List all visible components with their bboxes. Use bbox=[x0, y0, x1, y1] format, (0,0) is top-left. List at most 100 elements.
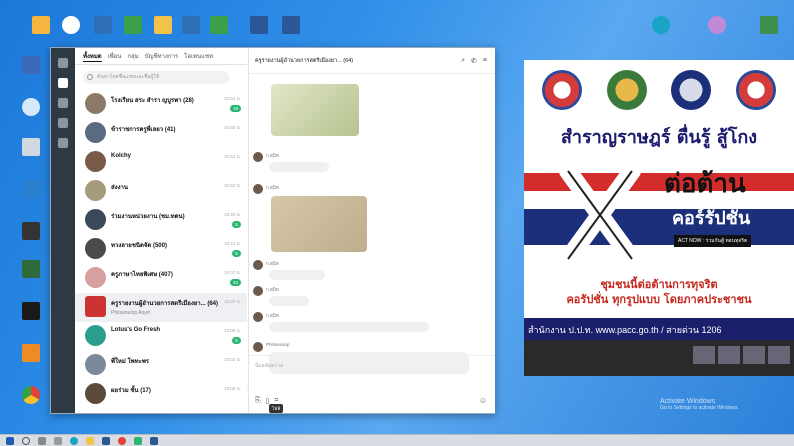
avatar bbox=[253, 286, 263, 296]
emblem-icon bbox=[606, 70, 647, 110]
avatar bbox=[85, 93, 106, 114]
message: Phitsanulop bbox=[253, 342, 290, 352]
file-explorer-icon[interactable] bbox=[86, 437, 94, 445]
more-icon[interactable] bbox=[58, 138, 68, 148]
calls-icon[interactable] bbox=[58, 118, 68, 128]
message-bubble bbox=[269, 162, 329, 172]
avatar bbox=[85, 296, 106, 317]
desktop-icon[interactable] bbox=[274, 16, 308, 35]
anti-text: ต่อต้าน bbox=[664, 169, 746, 199]
avatar bbox=[253, 184, 263, 194]
chat-header: ครูรายงานผู้อำนวยการสตรีเมืองยา... (64) … bbox=[249, 48, 495, 74]
task-view-icon[interactable] bbox=[38, 437, 46, 445]
message-input[interactable]: ป้อนข้อความ bbox=[249, 356, 495, 376]
message: ก.สุนิท bbox=[253, 286, 279, 296]
avatar bbox=[85, 325, 106, 346]
avatar bbox=[253, 260, 263, 270]
desktop-icon[interactable] bbox=[14, 260, 48, 279]
tooltip: ไฟล์ bbox=[269, 404, 284, 413]
desktop-icon-edge[interactable] bbox=[644, 16, 678, 35]
tab-openchat[interactable]: โอเพนแชท bbox=[184, 51, 213, 61]
corruption-text: คอร์รัปชั่น bbox=[672, 208, 751, 229]
message-bubble bbox=[269, 322, 429, 332]
chats-icon[interactable] bbox=[58, 78, 68, 88]
message: ก.สุนิท bbox=[253, 184, 279, 194]
desktop-icon[interactable] bbox=[202, 16, 236, 35]
word-icon[interactable] bbox=[150, 437, 158, 445]
desktop-icon[interactable] bbox=[14, 56, 48, 75]
tab-friends[interactable]: เพื่อน bbox=[108, 51, 122, 61]
avatar bbox=[85, 151, 106, 172]
avatar bbox=[253, 312, 263, 322]
message: ก.สุนิท bbox=[253, 260, 279, 270]
start-icon[interactable] bbox=[6, 437, 14, 445]
desktop-icon[interactable] bbox=[54, 16, 88, 35]
list-item[interactable]: Lotus's Go Fresh 10:08 น. 6 bbox=[75, 322, 247, 351]
avatar bbox=[85, 267, 106, 288]
avatar bbox=[85, 122, 106, 143]
poster-slogan: ชุมชนนี้ต่อต้านการทุจริต คอรัปชั่น ทุกรูป… bbox=[566, 278, 752, 306]
shared-photo[interactable] bbox=[271, 196, 367, 252]
call-icon[interactable]: ✆ bbox=[471, 57, 477, 65]
widgets-icon[interactable] bbox=[54, 437, 62, 445]
list-item[interactable]: ส่งงาน 10:52 น. bbox=[75, 177, 247, 206]
chrome-icon[interactable] bbox=[14, 386, 48, 405]
desktop-icon[interactable] bbox=[700, 16, 734, 35]
taskbar bbox=[0, 434, 794, 446]
shared-photo[interactable] bbox=[271, 84, 359, 136]
emblem-icon bbox=[735, 70, 776, 110]
desktop-icon[interactable] bbox=[86, 16, 120, 35]
crossed-arms-icon bbox=[559, 162, 641, 268]
message-bubble bbox=[269, 296, 309, 306]
list-item[interactable]: Kolchy 10:51 น. bbox=[75, 148, 247, 177]
unread-badge: 6 bbox=[232, 337, 241, 344]
search-icon bbox=[87, 74, 93, 80]
store-icon[interactable] bbox=[102, 437, 110, 445]
avatar bbox=[85, 209, 106, 230]
list-item[interactable]: โรงเรียน สระ สำรา ญบูรพา (28) 10:51 น. 19 bbox=[75, 90, 247, 119]
desktop-icon[interactable] bbox=[14, 222, 48, 241]
tab-official[interactable]: บัญชีทางการ bbox=[145, 51, 178, 61]
chat-list: โรงเรียน สระ สำรา ญบูรพา (28) 10:51 น. 19 … bbox=[75, 90, 247, 412]
avatar bbox=[253, 152, 263, 162]
list-item[interactable]: พี่ใหม่ โพทะพร 10:02 น. bbox=[75, 351, 247, 380]
search-icon[interactable]: ⌕ bbox=[461, 57, 465, 65]
list-item-selected[interactable]: ครูรายงานผู้อำนวยการสตรีเมืองยา... (64) P… bbox=[75, 293, 247, 322]
attach-icon[interactable]: ⎘ bbox=[255, 397, 261, 405]
desktop-icon[interactable] bbox=[14, 180, 48, 199]
recycle-bin-icon[interactable] bbox=[14, 138, 48, 157]
list-item[interactable]: ทวงลายชนิดจัด (500) 10:21 น. 6 bbox=[75, 235, 247, 264]
list-item[interactable]: ผอร่วม ขั้น (17) 10:05 น. bbox=[75, 380, 247, 409]
desktop-icon[interactable] bbox=[14, 344, 48, 363]
avatar bbox=[253, 342, 263, 352]
tab-all[interactable]: ทั้งหมด bbox=[83, 51, 102, 62]
line-nav-rail bbox=[51, 48, 75, 413]
desktop-icon[interactable] bbox=[242, 16, 276, 35]
menu-icon[interactable]: ≡ bbox=[483, 57, 487, 65]
emblem-icon bbox=[671, 70, 712, 110]
line-icon[interactable] bbox=[134, 437, 142, 445]
search-input[interactable]: ค้นหาโดยชื่อแชทและชื่อผู้ใช้ bbox=[83, 71, 229, 84]
edge-icon[interactable] bbox=[70, 437, 78, 445]
list-item[interactable]: ข้าราชการครูพี่เลยว (41) 10:50 น. bbox=[75, 119, 247, 148]
message-composer: ป้อนข้อความ ⎘ ▯ ⌗ ไฟล์ ☺ bbox=[249, 355, 495, 413]
timeline-icon[interactable] bbox=[58, 98, 68, 108]
list-item[interactable]: ครูภาษาไทยพิเศษ (407) 10:07 น. 42 bbox=[75, 264, 247, 293]
desktop-icon[interactable] bbox=[752, 16, 786, 35]
list-item[interactable]: ร่วมงานหน่วยงาน (ชม.ทดน) 10:26 น. 5 bbox=[75, 206, 247, 235]
emoji-icon[interactable]: ☺ bbox=[479, 396, 487, 405]
message: ก.สุนิท bbox=[253, 312, 279, 322]
emblem-icon bbox=[542, 70, 583, 110]
friends-icon[interactable] bbox=[58, 58, 68, 68]
search-icon[interactable] bbox=[22, 437, 30, 445]
desktop-icon[interactable] bbox=[116, 16, 150, 35]
tab-groups[interactable]: กลุ่ม bbox=[127, 51, 138, 61]
chrome-icon[interactable] bbox=[118, 437, 126, 445]
desktop-icon[interactable] bbox=[14, 302, 48, 321]
message-bubble bbox=[269, 270, 325, 280]
message: ก.สุนิท bbox=[253, 152, 279, 162]
poster-headline: สำราญราษฎร์ ตื่นรู้ สู้โกง bbox=[560, 127, 758, 148]
thumbnail-strip bbox=[524, 340, 794, 376]
desktop-icon[interactable] bbox=[24, 16, 58, 35]
desktop-icon[interactable] bbox=[14, 98, 48, 117]
